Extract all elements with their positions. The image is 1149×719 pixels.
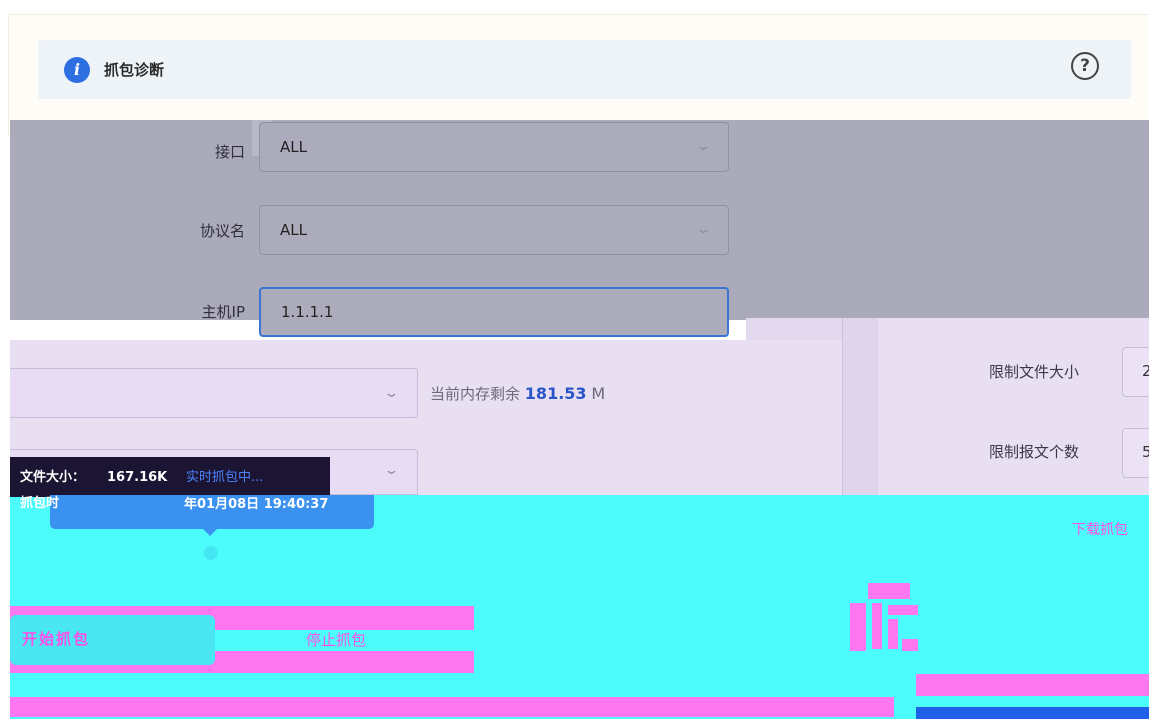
memory-remaining: 当前内存剩余 181.53 M (430, 383, 605, 405)
tooltip-arrow (202, 528, 218, 536)
start-capture-button[interactable]: 开始抓包 (22, 628, 90, 650)
memory-unit: M (591, 384, 606, 403)
tooltip-time-label: 抓包时 (20, 496, 60, 511)
protocol-value: ALL (280, 221, 307, 239)
info-icon: i (64, 57, 90, 83)
chevron-down-icon: ⌄ (695, 222, 712, 237)
interface-select[interactable]: ALL ⌄ (259, 122, 729, 172)
host-ip-input[interactable]: 1.1.1.1 (259, 287, 729, 337)
lavender-patch (746, 318, 842, 342)
download-link[interactable]: 下载抓包 (1072, 520, 1128, 540)
chevron-down-icon: ⌄ (383, 386, 400, 401)
blue-strip (916, 707, 1149, 719)
tooltip-file-size-value: 167.16K (107, 470, 168, 485)
right-form-area (878, 318, 1149, 500)
interface-value: ALL (280, 138, 307, 156)
protocol-label: 协议名 (199, 222, 245, 240)
title-bar (38, 40, 1131, 99)
help-icon[interactable]: ? (1071, 52, 1099, 80)
stop-capture-button[interactable]: 停止抓包 (306, 630, 366, 650)
protocol-select[interactable]: ALL ⌄ (259, 205, 729, 255)
limit-file-size-input[interactable]: 2 (1122, 347, 1149, 397)
page-title: 抓包诊断 (104, 61, 165, 79)
chevron-down-icon: ⌄ (383, 463, 400, 478)
right-bar (916, 674, 1149, 696)
limit-packet-count-input[interactable]: 5 (1122, 428, 1149, 478)
interface-label: 接口 (214, 143, 245, 161)
chevron-down-icon: ⌄ (695, 139, 712, 154)
memory-value: 181.53 (524, 384, 587, 403)
column-divider (842, 318, 879, 500)
limit-file-size-value: 2 (1142, 362, 1149, 380)
limit-packet-count-label: 限制报文个数 (989, 443, 1080, 461)
memory-label: 当前内存剩余 (430, 385, 521, 403)
tooltip-time-value: 年01月08日 19:40:37 (184, 497, 329, 512)
memory-select[interactable]: ⌄ (10, 368, 418, 418)
limit-packet-count-value: 5 (1142, 443, 1149, 461)
progress-bar-long (10, 697, 894, 717)
host-ip-value: 1.1.1.1 (281, 303, 334, 321)
tooltip-anchor-dot (204, 546, 218, 560)
artifact-glyph (850, 583, 918, 653)
tooltip-status: 实时抓包中... (186, 470, 264, 485)
host-ip-label: 主机IP (201, 303, 245, 321)
tooltip-file-size-label: 文件大小： (20, 470, 86, 485)
limit-file-size-label: 限制文件大小 (989, 363, 1080, 381)
